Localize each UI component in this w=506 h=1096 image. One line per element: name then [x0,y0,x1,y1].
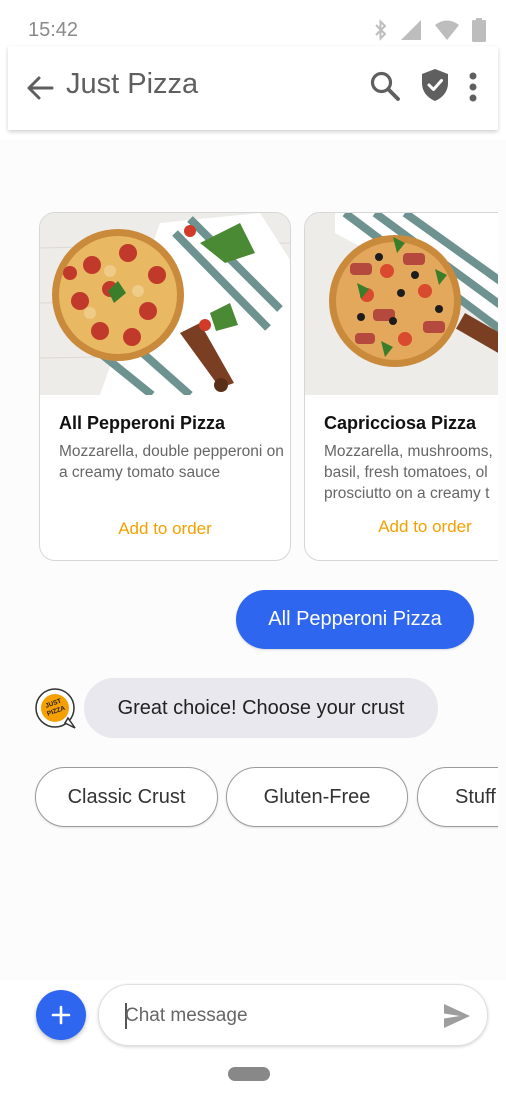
user-message-bubble: All Pepperoni Pizza [236,590,474,649]
verified-shield-icon[interactable] [421,68,449,102]
pizza-image [40,213,290,395]
product-card-capricciosa[interactable]: Capricciosa Pizza Mozzarella, mushrooms,… [304,212,498,561]
card-description: Mozzarella, mushrooms, basil, fresh toma… [324,441,498,504]
pizza-image [305,213,498,395]
more-vert-icon[interactable] [468,72,478,102]
page-title: Just Pizza [66,68,199,100]
add-attachment-button[interactable] [36,990,86,1040]
suggestion-chip-gluten-free[interactable]: Gluten-Free [226,767,408,827]
card-title: All Pepperoni Pizza [59,413,226,433]
add-to-order-button[interactable]: Add to order [40,519,290,539]
card-description: Mozzarella, double pepperoni on a creamy… [59,443,284,481]
bot-avatar: JUST PIZZA [35,688,76,729]
status-time: 15:42 [28,19,79,41]
search-icon[interactable] [369,70,401,102]
card-description-line: basil, fresh tomatoes, ol [324,464,488,481]
product-card-pepperoni[interactable]: All Pepperoni Pizza Mozzarella, double p… [39,212,291,561]
battery-icon [472,18,486,42]
status-icons [374,18,486,42]
bot-message-bubble: Great choice! Choose your crust [84,678,438,738]
add-to-order-button[interactable]: Add to order [375,517,475,537]
chat-message-input[interactable] [125,1001,425,1031]
suggestion-chip-classic-crust[interactable]: Classic Crust [35,767,218,827]
back-arrow-icon[interactable] [26,74,54,102]
send-icon[interactable] [443,1003,471,1029]
chat-message-field[interactable] [98,984,488,1046]
app-bar: Just Pizza [8,46,498,130]
bluetooth-icon [375,19,387,41]
card-description-line: prosciutto on a creamy t [324,485,490,502]
card-title: Capricciosa Pizza [324,413,477,433]
suggestion-chip-stuffed[interactable]: Stuff [417,767,498,827]
home-gesture-pill[interactable] [228,1067,270,1081]
wifi-icon [435,20,459,40]
card-description-line: Mozzarella, mushrooms, [324,443,493,460]
plus-icon [51,1005,71,1025]
suggestion-chips: Classic Crust Gluten-Free Stuff [0,767,498,829]
product-carousel[interactable]: All Pepperoni Pizza Mozzarella, double p… [0,212,498,562]
signal-icon [401,20,421,40]
